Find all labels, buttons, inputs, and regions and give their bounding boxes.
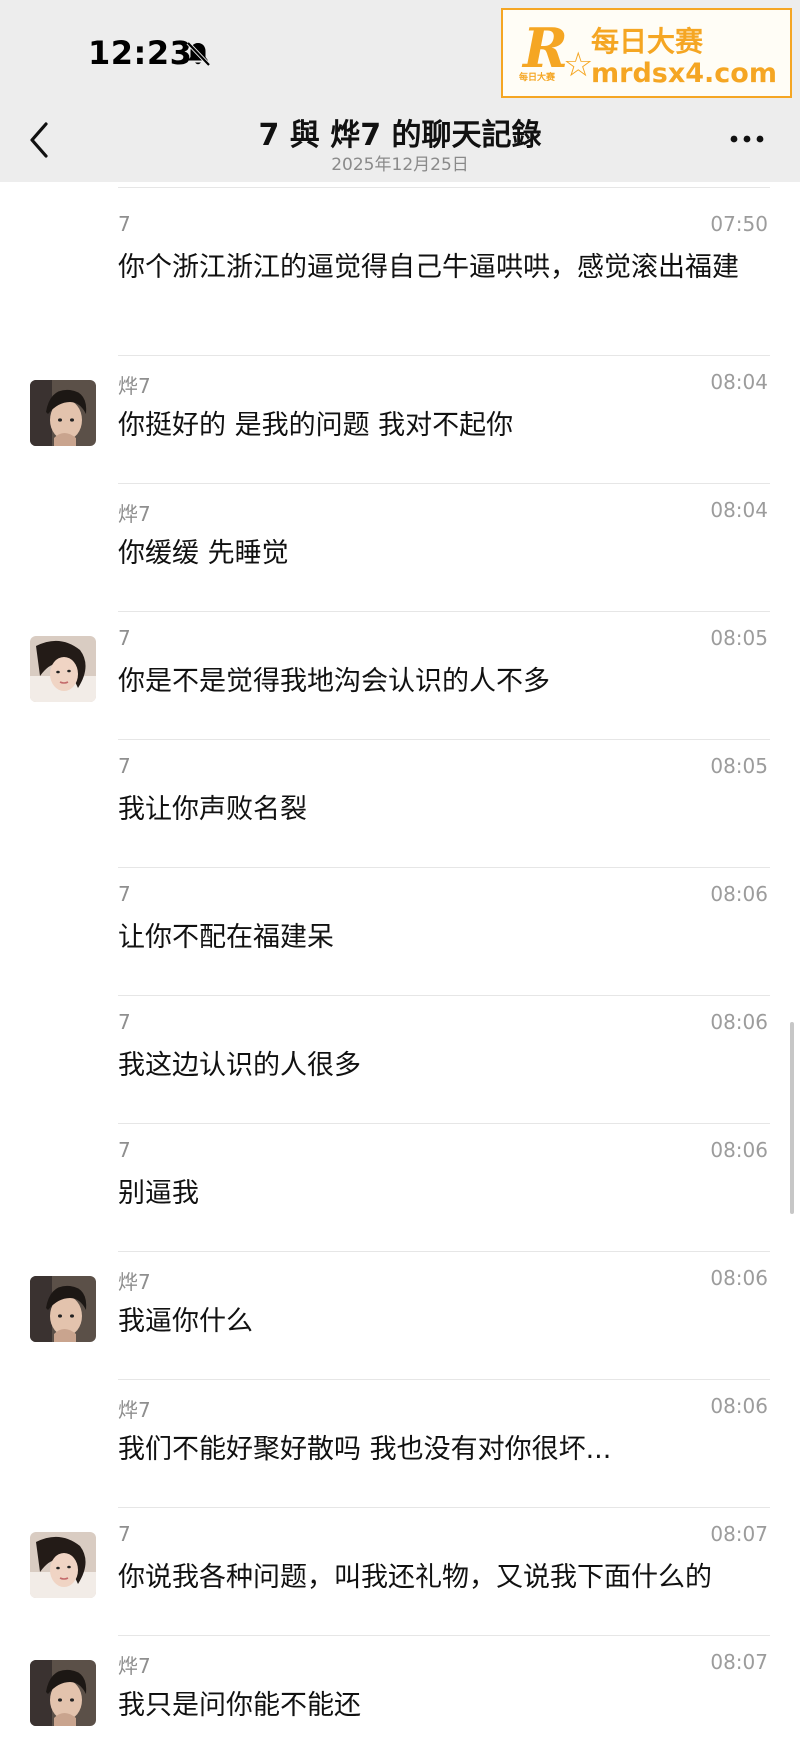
message-divider — [118, 187, 770, 188]
sender-name: 7 — [118, 1522, 131, 1546]
message-text[interactable]: 我这边认识的人很多 — [118, 1043, 778, 1089]
avatar[interactable] — [30, 1660, 96, 1726]
message-text[interactable]: 我逼你什么 — [118, 1299, 778, 1345]
message-text[interactable]: 我们不能好聚好散吗 我也没有对你很坏... — [118, 1427, 778, 1473]
message-row[interactable]: 烨7 08:07 我只是问你能不能还 — [0, 1635, 800, 1763]
avatar[interactable] — [30, 380, 96, 446]
message-row[interactable]: 烨7 08:04 你挺好的 是我的问题 我对不起你 — [0, 355, 800, 483]
watermark: R 每日大赛 ☆ 每日大赛 mrdsx4.com — [501, 8, 792, 98]
sender-name: 烨7 — [118, 1654, 151, 1678]
watermark-logo: R 每日大赛 ☆ — [517, 16, 594, 90]
message-row[interactable]: 7 08:05 你是不是觉得我地沟会认识的人不多 — [0, 611, 800, 739]
message-divider — [118, 1251, 770, 1252]
chat-title: 7 與 烨7 的聊天記錄 — [258, 118, 542, 153]
message-text[interactable]: 我让你声败名裂 — [118, 787, 778, 833]
star-icon: ☆ — [563, 45, 594, 85]
message-time: 08:06 — [710, 1266, 768, 1290]
message-time: 08:05 — [710, 626, 768, 650]
message-divider — [118, 1507, 770, 1508]
message-text[interactable]: 你缓缓 先睡觉 — [118, 531, 778, 577]
message-text[interactable]: 你挺好的 是我的问题 我对不起你 — [118, 403, 778, 449]
sender-name: 烨7 — [118, 1398, 151, 1422]
message-time: 08:06 — [710, 882, 768, 906]
sender-name: 7 — [118, 754, 131, 778]
message-row[interactable]: 7 08:07 你说我各种问题，叫我还礼物，又说我下面什么的 — [0, 1507, 800, 1635]
message-time: 08:07 — [710, 1522, 768, 1546]
message-row[interactable]: 烨7 08:06 我们不能好聚好散吗 我也没有对你很坏... — [0, 1379, 800, 1507]
message-row[interactable]: 烨7 08:06 我逼你什么 — [0, 1251, 800, 1379]
message-divider — [118, 739, 770, 740]
sender-name: 7 — [118, 212, 131, 236]
sender-name: 7 — [118, 626, 131, 650]
message-time: 08:05 — [710, 754, 768, 778]
message-text[interactable]: 你个浙江浙江的逼觉得自己牛逼哄哄，感觉滚出福建 — [118, 245, 778, 291]
sender-name: 7 — [118, 1138, 131, 1162]
scrollbar[interactable] — [790, 1022, 794, 1214]
message-time: 08:06 — [710, 1010, 768, 1034]
watermark-logo-sub: 每日大赛 — [519, 73, 556, 83]
message-time: 08:04 — [710, 498, 768, 522]
message-row[interactable]: 7 07:50 你个浙江浙江的逼觉得自己牛逼哄哄，感觉滚出福建 — [0, 182, 800, 355]
message-time: 08:04 — [710, 370, 768, 394]
status-time: 12:23 — [88, 34, 193, 72]
message-text[interactable]: 你说我各种问题，叫我还礼物，又说我下面什么的 — [118, 1555, 778, 1601]
bell-slash-icon — [186, 41, 211, 67]
message-row[interactable]: 7 08:05 我让你声败名裂 — [0, 739, 800, 867]
message-time: 07:50 — [710, 212, 768, 236]
sender-name: 烨7 — [118, 502, 151, 526]
message-time: 08:07 — [710, 1650, 768, 1674]
message-divider — [118, 995, 770, 996]
sender-name: 7 — [118, 882, 131, 906]
message-row[interactable]: 7 08:06 我这边认识的人很多 — [0, 995, 800, 1123]
sender-name: 烨7 — [118, 374, 151, 398]
avatar[interactable] — [30, 636, 96, 702]
message-row[interactable]: 烨7 08:04 你缓缓 先睡觉 — [0, 483, 800, 611]
sender-name: 7 — [118, 1010, 131, 1034]
message-divider — [118, 611, 770, 612]
message-row[interactable]: 7 08:06 让你不配在福建呆 — [0, 867, 800, 995]
message-divider — [118, 1379, 770, 1380]
ellipsis-icon[interactable] — [728, 132, 766, 146]
message-text[interactable]: 让你不配在福建呆 — [118, 915, 778, 961]
message-time: 08:06 — [710, 1138, 768, 1162]
message-divider — [118, 867, 770, 868]
nav-bar: 7 與 烨7 的聊天記錄 2025年12月25日 — [0, 100, 800, 182]
message-divider — [118, 1635, 770, 1636]
message-row[interactable]: 7 08:06 别逼我 — [0, 1123, 800, 1251]
message-divider — [118, 355, 770, 356]
avatar[interactable] — [30, 1276, 96, 1342]
message-text[interactable]: 你是不是觉得我地沟会认识的人不多 — [118, 659, 778, 705]
chat-date: 2025年12月25日 — [331, 155, 469, 175]
message-time: 08:06 — [710, 1394, 768, 1418]
watermark-title: 每日大赛 — [591, 25, 704, 58]
message-text[interactable]: 别逼我 — [118, 1171, 778, 1217]
sender-name: 烨7 — [118, 1270, 151, 1294]
message-divider — [118, 483, 770, 484]
watermark-url: mrdsx4.com — [591, 58, 777, 89]
message-divider — [118, 1123, 770, 1124]
avatar[interactable] — [30, 1532, 96, 1598]
message-text[interactable]: 我只是问你能不能还 — [118, 1683, 778, 1729]
